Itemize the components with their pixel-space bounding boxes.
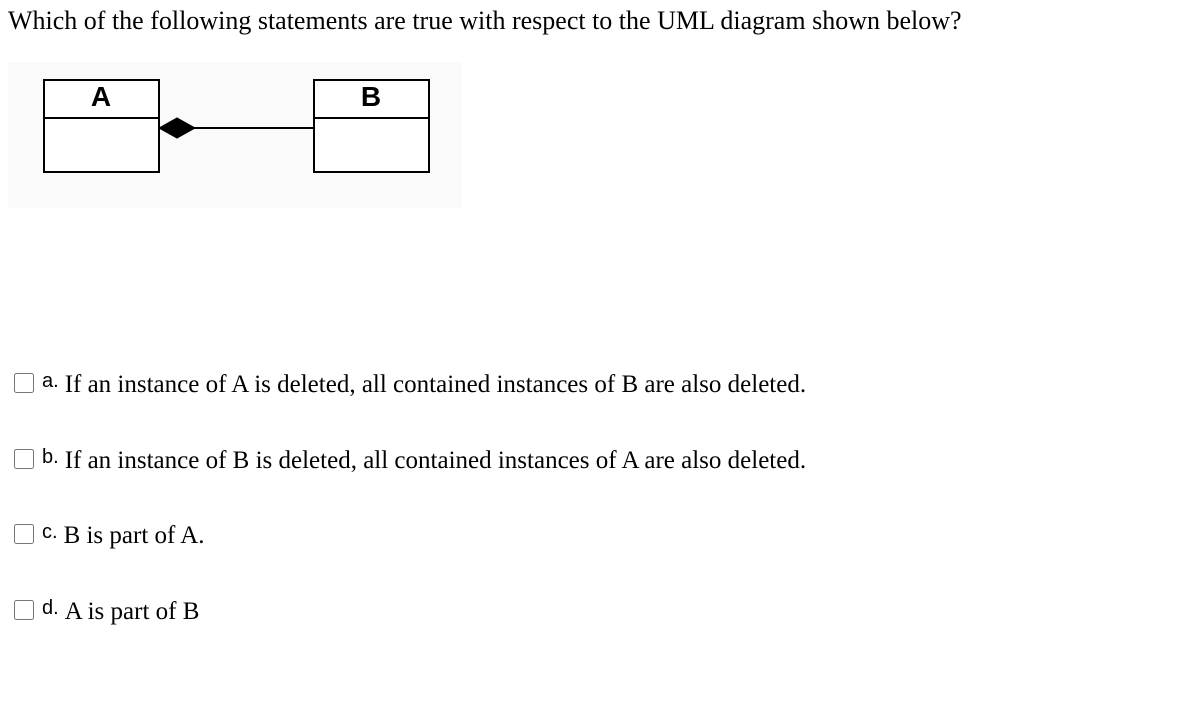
option-d: d. A is part of B [8,595,1192,629]
composition-diamond-icon [159,118,195,138]
option-a-letter: a. [42,368,59,395]
option-c-checkbox[interactable] [14,524,34,544]
option-c: c. B is part of A. [8,519,1192,553]
class-a: A [44,80,159,172]
option-b-letter: b. [42,444,59,471]
option-c-text: B is part of A. [64,519,205,553]
option-a-checkbox[interactable] [14,373,34,393]
options-list: a. If an instance of A is deleted, all c… [8,368,1192,629]
option-a-text: If an instance of A is deleted, all cont… [65,368,806,402]
uml-svg: A B [14,68,444,183]
option-b-text: If an instance of B is deleted, all cont… [65,444,806,478]
option-b: b. If an instance of B is deleted, all c… [8,444,1192,478]
question-text: Which of the following statements are tr… [8,4,1192,38]
class-b: B [314,80,429,172]
option-b-checkbox[interactable] [14,449,34,469]
option-d-text: A is part of B [65,595,200,629]
class-b-label: B [361,81,381,112]
option-a: a. If an instance of A is deleted, all c… [8,368,1192,402]
uml-diagram: A B [8,62,462,208]
option-d-checkbox[interactable] [14,600,34,620]
option-c-letter: c. [42,519,58,546]
class-a-label: A [91,81,111,112]
option-d-letter: d. [42,595,59,622]
